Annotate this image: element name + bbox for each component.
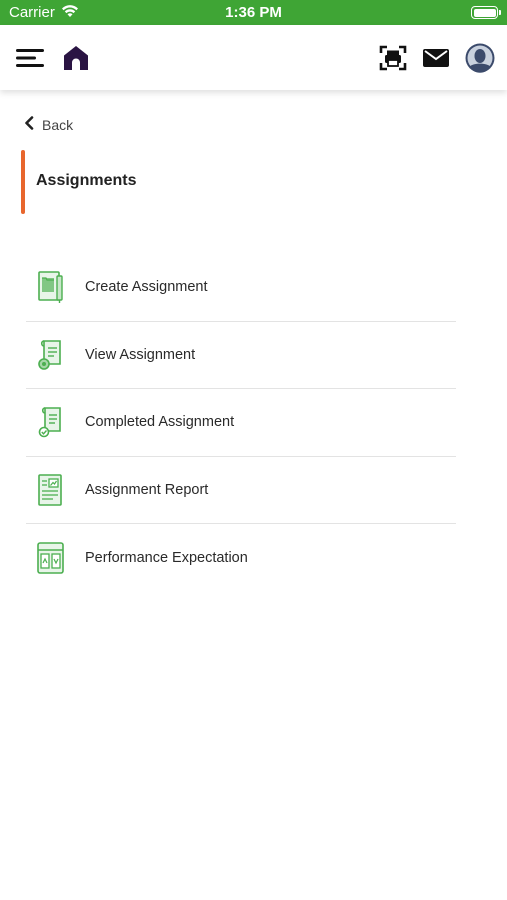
- assignment-menu-list: Create Assignment View Assignment Comple…: [26, 254, 456, 592]
- battery-icon: [471, 6, 501, 19]
- carrier-label: Carrier: [9, 4, 55, 21]
- profile-icon[interactable]: [465, 43, 495, 73]
- carrier-group: Carrier: [9, 4, 79, 22]
- scan-icon[interactable]: [379, 44, 407, 72]
- view-assignment-label: View Assignment: [85, 346, 196, 363]
- completed-assignment-item[interactable]: Completed Assignment: [26, 389, 456, 457]
- assignment-report-icon: [26, 473, 78, 507]
- wifi-icon: [61, 4, 79, 22]
- page-title: Assignments: [36, 172, 137, 189]
- create-assignment-item[interactable]: Create Assignment: [26, 254, 456, 322]
- create-assignment-icon: [26, 270, 78, 304]
- completed-assignment-label: Completed Assignment: [85, 414, 235, 431]
- back-label: Back: [42, 116, 74, 133]
- performance-expectation-item[interactable]: Performance Expectation: [26, 524, 456, 592]
- title-accent-bar: [21, 150, 25, 214]
- view-assignment-icon: [26, 338, 78, 372]
- mail-icon[interactable]: [423, 48, 449, 68]
- chevron-left-icon: [24, 116, 34, 133]
- completed-assignment-icon: [26, 405, 78, 439]
- assignment-report-item[interactable]: Assignment Report: [26, 457, 456, 524]
- app-header: [0, 25, 507, 90]
- performance-expectation-icon: [26, 541, 78, 575]
- performance-expectation-label: Performance Expectation: [85, 549, 248, 566]
- home-icon[interactable]: [62, 44, 90, 72]
- view-assignment-item[interactable]: View Assignment: [26, 322, 456, 389]
- status-bar: Carrier 1:36 PM: [0, 0, 507, 25]
- assignment-report-label: Assignment Report: [85, 481, 209, 498]
- menu-icon[interactable]: [16, 47, 44, 69]
- back-button[interactable]: Back: [24, 116, 73, 133]
- create-assignment-label: Create Assignment: [85, 279, 208, 296]
